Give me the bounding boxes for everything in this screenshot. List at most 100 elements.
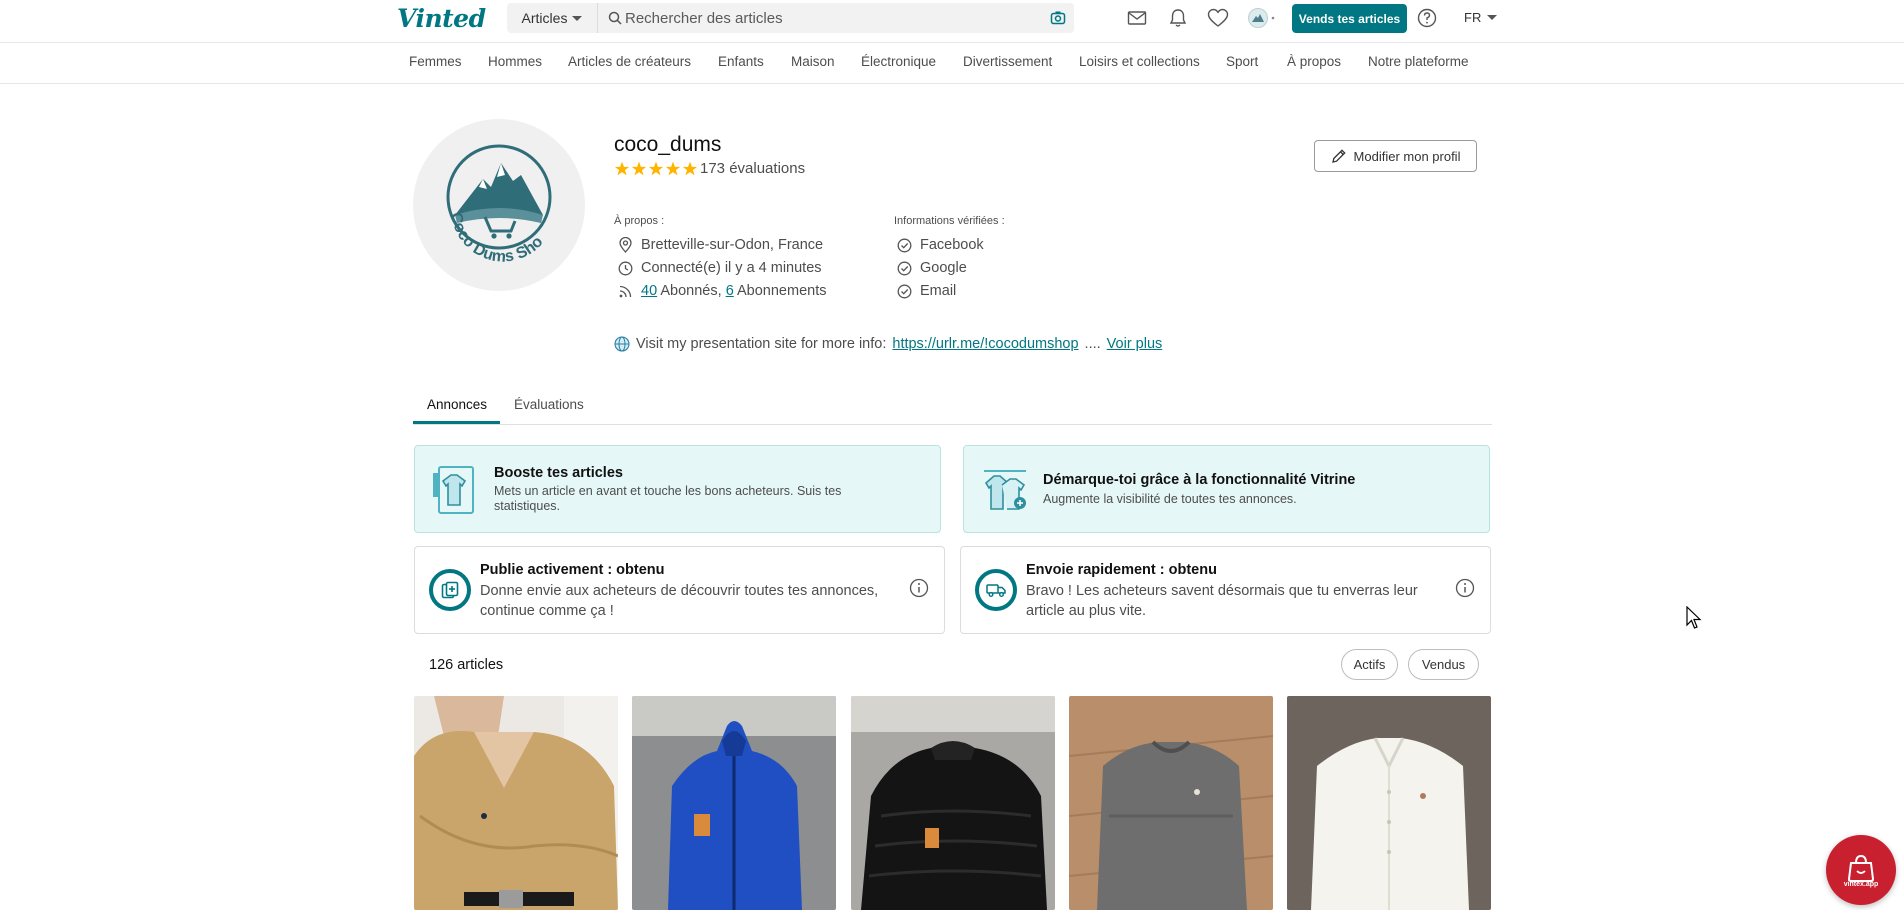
item-card-white-shirt[interactable] — [1287, 696, 1491, 910]
following-link[interactable]: 6 — [726, 283, 734, 299]
bio-link[interactable]: https://urlr.me/!cocodumshop — [892, 336, 1078, 352]
promo-boost-title: Booste tes articles — [494, 465, 623, 481]
nav-item-sport[interactable]: Sport — [1226, 54, 1258, 69]
verified-facebook-label: Facebook — [920, 237, 984, 253]
items-count: 126 articles — [429, 657, 504, 673]
profile-avatar: Coco Dums Shop — [413, 119, 585, 291]
see-more-link[interactable]: Voir plus — [1107, 336, 1163, 352]
heart-icon[interactable] — [1207, 8, 1229, 28]
pencil-icon — [1331, 149, 1346, 163]
globe-icon — [614, 336, 630, 352]
sell-items-button[interactable]: Vends tes articles — [1292, 4, 1407, 33]
vintex-widget-label: vintex.app — [1843, 881, 1879, 888]
vinted-logo[interactable]: Vinted — [397, 4, 486, 33]
filter-sold-button[interactable]: Vendus — [1408, 649, 1479, 680]
badge-fast-shipper-title: Envoie rapidement : obtenu — [1026, 562, 1217, 578]
badge-fast-shipper-ring — [975, 569, 1017, 611]
profile-username: coco_dums — [614, 133, 722, 156]
following-label: Abonnements — [737, 283, 827, 299]
badge-fast-shipper: Envoie rapidement : obtenu Bravo ! Les a… — [960, 546, 1491, 634]
nav-item-maison[interactable]: Maison — [791, 54, 835, 69]
nav-item-a-propos[interactable]: À propos — [1287, 54, 1341, 69]
clock-icon — [618, 261, 633, 275]
badge-active-lister-text: Donne envie aux acheteurs de découvrir t… — [480, 583, 879, 619]
promo-showcase-card[interactable]: Démarque-toi grâce à la fonctionnalité V… — [963, 445, 1490, 533]
nav-item-notre-plateforme[interactable]: Notre plateforme — [1368, 54, 1469, 69]
star-icon — [614, 161, 630, 176]
star-icon — [665, 161, 681, 176]
user-avatar-menu[interactable] — [1247, 7, 1277, 29]
help-icon[interactable] — [1417, 8, 1437, 28]
rss-icon — [619, 285, 632, 297]
language-select[interactable]: FR — [1464, 10, 1498, 25]
category-select-label: Articles — [521, 10, 568, 26]
check-circle-icon — [897, 284, 912, 298]
bell-icon[interactable] — [1168, 8, 1188, 28]
tab-annonces[interactable]: Annonces — [427, 397, 487, 412]
promo-showcase-text: Augmente la visibilité de toutes tes ann… — [1043, 492, 1297, 506]
edit-profile-label: Modifier mon profil — [1353, 148, 1461, 164]
item-card-black-puffer[interactable] — [851, 696, 1055, 910]
badge-active-lister: Publie activement : obtenu Donne envie a… — [414, 546, 945, 634]
category-nav: Femmes Hommes Articles de créateurs Enfa… — [0, 43, 1904, 84]
item-photo — [851, 696, 1055, 910]
inbox-icon[interactable] — [1127, 8, 1147, 28]
item-photo — [414, 696, 618, 910]
verified-heading: Informations vérifiées : — [894, 215, 1005, 227]
ratings-count-link[interactable]: 173 évaluations — [700, 160, 805, 177]
bio-text: Visit my presentation site for more info… — [636, 336, 887, 352]
search-bar: Articles — [507, 3, 1074, 33]
location-text: Bretteville-sur-Odon, France — [641, 237, 824, 253]
item-photo — [1287, 696, 1491, 910]
verified-facebook: Facebook — [897, 237, 984, 253]
profile-bio: Visit my presentation site for more info… — [614, 336, 1162, 352]
location-row: Bretteville-sur-Odon, France — [618, 237, 823, 253]
nav-item-femmes[interactable]: Femmes — [409, 54, 462, 69]
followers-link[interactable]: 40 — [641, 283, 657, 299]
followers-row: 40 Abonnés, 6 Abonnements — [618, 283, 826, 299]
last-seen-row: Connecté(e) il y a 4 minutes — [618, 260, 822, 276]
edit-profile-button[interactable]: Modifier mon profil — [1314, 140, 1477, 172]
camera-search-icon[interactable] — [1050, 10, 1066, 26]
top-header: Vinted Articles Vends tes articles FR — [0, 0, 1904, 43]
promo-boost-text: Mets un article en avant et touche les b… — [494, 484, 842, 513]
star-icon — [631, 161, 647, 176]
verified-email-label: Email — [920, 283, 957, 299]
nav-item-enfants[interactable]: Enfants — [718, 54, 764, 69]
mouse-cursor-icon — [1686, 606, 1702, 630]
badge-active-lister-ring — [429, 569, 471, 611]
badge-active-lister-title: Publie activement : obtenu — [480, 562, 665, 578]
filter-active-button[interactable]: Actifs — [1341, 649, 1398, 680]
star-icon — [682, 161, 698, 176]
promo-boost-card[interactable]: Booste tes articles Mets un article en a… — [414, 445, 941, 533]
about-heading: À propos : — [614, 215, 665, 227]
info-icon[interactable] — [909, 578, 929, 598]
last-seen-text: Connecté(e) il y a 4 minutes — [641, 260, 822, 276]
star-icon — [648, 161, 664, 176]
bio-ellipsis: .... — [1084, 336, 1101, 352]
nav-item-hommes[interactable]: Hommes — [488, 54, 542, 69]
followers-label: Abonnés, — [660, 283, 722, 299]
listing-badge-icon — [441, 581, 459, 599]
item-card-tan-sweater[interactable] — [414, 696, 618, 910]
nav-item-articles-createurs[interactable]: Articles de créateurs — [568, 54, 691, 69]
item-card-blue-jacket[interactable] — [632, 696, 836, 910]
language-label: FR — [1464, 10, 1482, 25]
search-icon — [608, 11, 622, 25]
profile-tabs: Annonces Évaluations — [413, 388, 1492, 425]
info-icon[interactable] — [1455, 578, 1475, 598]
item-card-grey-sweater[interactable] — [1069, 696, 1273, 910]
category-select[interactable]: Articles — [507, 3, 598, 33]
verified-email: Email — [897, 283, 956, 299]
nav-item-electronique[interactable]: Électronique — [861, 54, 936, 69]
nav-item-divertissement[interactable]: Divertissement — [963, 54, 1052, 69]
nav-item-loisirs[interactable]: Loisirs et collections — [1079, 54, 1200, 69]
check-circle-icon — [897, 238, 912, 252]
tab-evaluations[interactable]: Évaluations — [514, 397, 584, 412]
vintex-widget-button[interactable]: vintex.app — [1826, 835, 1896, 905]
location-pin-icon — [619, 237, 632, 253]
search-input[interactable] — [625, 5, 1025, 31]
badge-fast-shipper-text: Bravo ! Les acheteurs savent désormais q… — [1026, 583, 1418, 619]
item-photo — [632, 696, 836, 910]
active-tab-indicator — [413, 421, 500, 424]
